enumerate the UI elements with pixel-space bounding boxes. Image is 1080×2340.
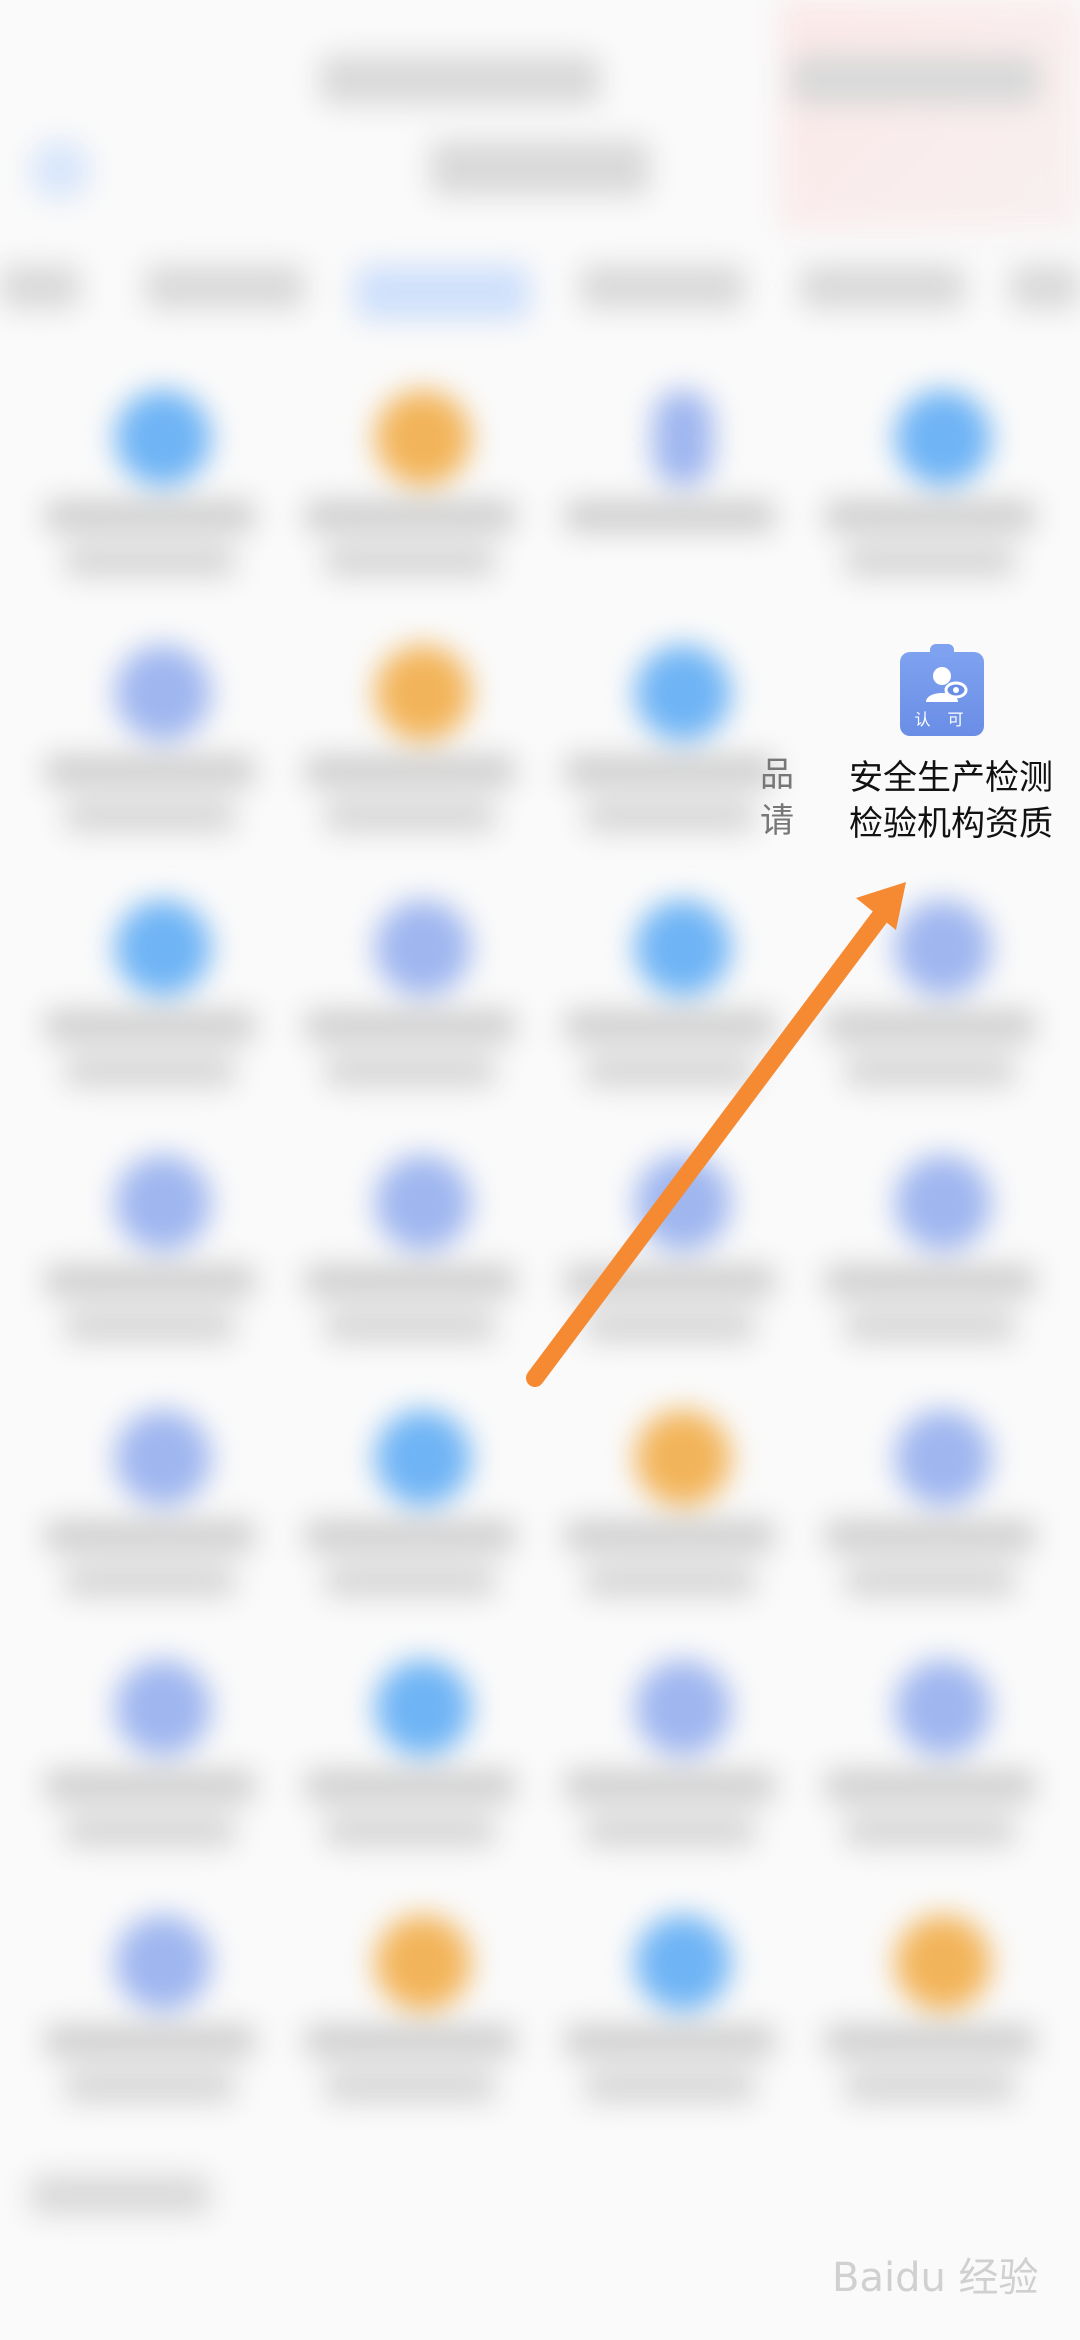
watermark: Baidu 经验 [832,2255,1039,2301]
annotation-arrow [526,882,906,1387]
